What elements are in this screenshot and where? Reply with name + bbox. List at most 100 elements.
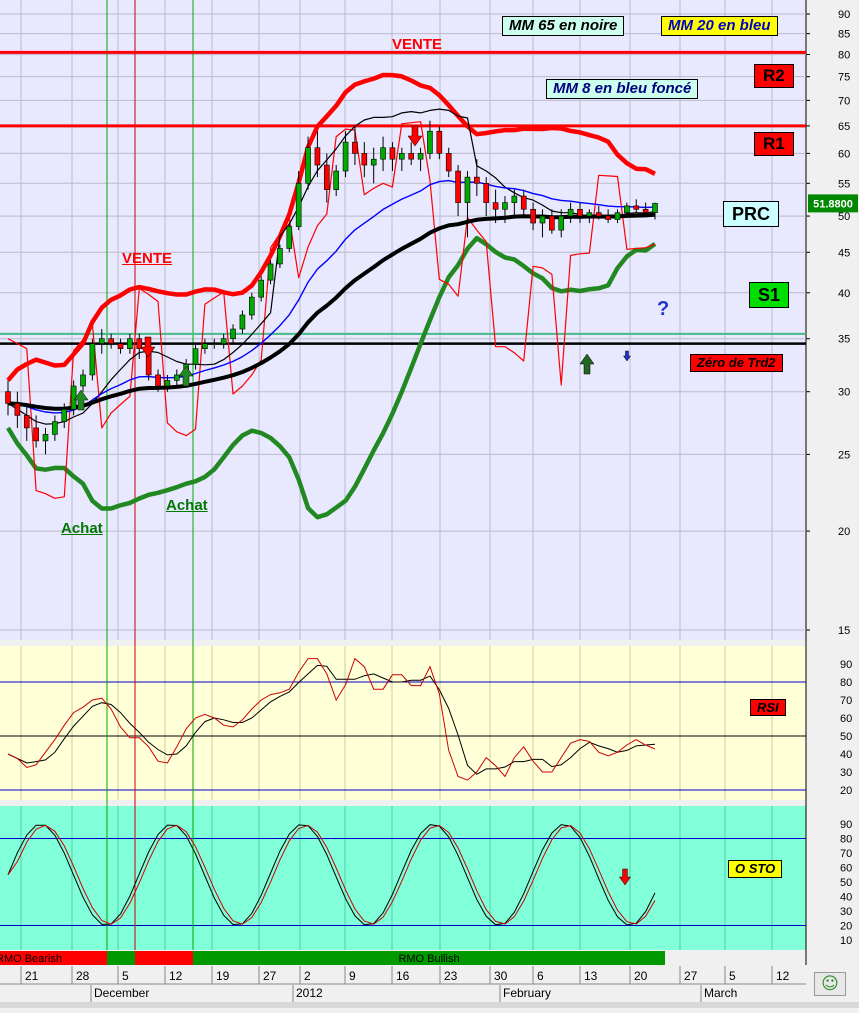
rmo-segment	[135, 951, 193, 965]
candle-body	[61, 409, 68, 422]
candle-body	[108, 338, 114, 344]
sto-tick-label: 40	[840, 892, 852, 904]
month-label: March	[704, 986, 737, 1000]
annotation-achat-2: Achat	[166, 497, 208, 514]
level-s1-label: S1	[749, 282, 790, 308]
date-label: 13	[584, 969, 598, 983]
candle-body	[558, 215, 565, 231]
price-tick-label: 15	[838, 625, 850, 637]
level-r2-label: R2	[754, 64, 794, 88]
candle-body	[520, 195, 527, 210]
candle-body	[324, 164, 330, 190]
candle-body	[389, 147, 396, 160]
sto-tick-label: 70	[840, 848, 852, 860]
price-tick-label: 70	[838, 95, 850, 107]
level-r1-label: R1	[754, 132, 794, 156]
candle-body	[417, 153, 424, 160]
legend-mm8: MM 8 en bleu foncé	[546, 79, 699, 99]
candle-body	[192, 348, 199, 365]
candle-body	[652, 203, 658, 213]
candle-body	[52, 421, 58, 435]
annotation-achat-1: Achat	[61, 520, 103, 537]
level-prc-label: PRC	[723, 201, 780, 227]
candle-body	[445, 153, 452, 172]
date-label: 23	[444, 969, 458, 983]
rsi-panel-label: RSI	[750, 699, 786, 716]
candle-body	[614, 212, 621, 220]
rmo-label: RMO Bearish	[0, 953, 62, 965]
candle-body	[211, 343, 218, 345]
candle-body	[530, 208, 536, 224]
month-label: 2012	[296, 986, 323, 1000]
sto-tick-label: 50	[840, 877, 852, 889]
price-tick-label: 20	[838, 526, 850, 538]
month-label: February	[503, 986, 551, 1000]
rsi-panel-bg	[0, 646, 806, 800]
date-label: 12	[776, 969, 790, 983]
candle-body	[399, 153, 405, 160]
date-label: 9	[349, 969, 356, 983]
candle-body	[14, 403, 21, 416]
price-tick-label: 50	[838, 211, 850, 223]
date-label: 5	[122, 969, 129, 983]
level-zero-label: Zéro de Trd2	[690, 354, 783, 372]
candle-body	[239, 314, 246, 330]
chart-svg: 1520253035404550556065707580859020304050…	[0, 0, 859, 1008]
candle-body	[464, 176, 471, 203]
candle-body	[277, 248, 283, 265]
candle-body	[361, 153, 368, 166]
candle-body	[370, 158, 377, 166]
candle-body	[642, 208, 649, 213]
rsi-tick-label: 40	[840, 749, 852, 761]
sto-tick-label: 30	[840, 906, 852, 918]
candle-body	[567, 208, 574, 217]
candle-body	[127, 338, 133, 349]
chart-root: 15 20 25 30 35 40 45 50 55 60 65 70 75 80 85 90 20 30 40 50…	[0, 0, 859, 1008]
candle-body	[258, 279, 264, 298]
date-label: 19	[216, 969, 230, 983]
date-label: 6	[537, 969, 544, 983]
candle-body	[474, 176, 480, 184]
price-tick-label: 65	[838, 121, 850, 133]
rmo-segment	[107, 951, 135, 965]
date-label: 21	[25, 969, 39, 983]
candle-body	[492, 202, 499, 210]
rsi-tick-label: 90	[840, 659, 852, 671]
date-label: 20	[634, 969, 648, 983]
candle-body	[595, 212, 602, 217]
candle-body	[42, 434, 49, 442]
date-label: 5	[729, 969, 736, 983]
candle-body	[624, 205, 630, 213]
month-label: December	[94, 986, 149, 1000]
candle-body	[586, 212, 593, 217]
candle-body	[502, 202, 508, 210]
candle-body	[305, 147, 311, 184]
candle-body	[342, 141, 349, 172]
smiley-icon[interactable]: ☺	[814, 972, 846, 996]
date-label: 28	[76, 969, 90, 983]
sto-panel-label: O STO	[728, 860, 783, 878]
sto-tick-label: 20	[840, 921, 852, 933]
candle-body	[539, 215, 546, 224]
candle-body	[98, 338, 105, 344]
candle-body	[5, 391, 11, 404]
candle-body	[267, 263, 274, 281]
candle-body	[164, 380, 171, 387]
annotation-vente-1: VENTE	[122, 250, 173, 267]
price-tick-label: 25	[838, 449, 850, 461]
candle-body	[23, 415, 30, 429]
rsi-tick-label: 60	[840, 713, 852, 725]
sto-tick-label: 80	[840, 834, 852, 846]
candle-body	[436, 130, 443, 154]
candle-body	[33, 427, 39, 442]
last-price-value: 51.8800	[813, 198, 853, 210]
sto-tick-label: 10	[840, 935, 852, 947]
annotation-question: ?	[657, 298, 670, 320]
candle-body	[427, 130, 433, 154]
date-label: 2	[304, 969, 311, 983]
candle-body	[80, 374, 86, 387]
price-tick-label: 30	[838, 387, 850, 399]
annotation-vente-2: VENTE	[392, 36, 443, 53]
candle-body	[455, 170, 461, 203]
candle-body	[286, 226, 293, 249]
